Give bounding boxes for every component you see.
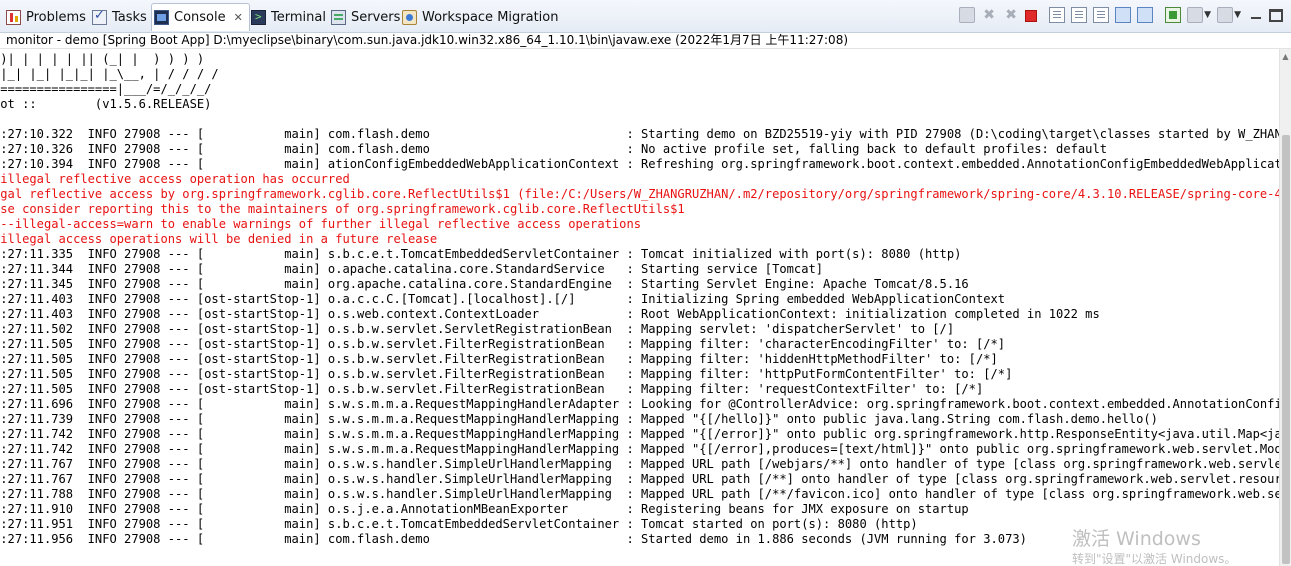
console-line: :27:11.788 INFO 27908 --- [ main] o.s.w.… xyxy=(0,487,1279,501)
console-line: :27:11.739 INFO 27908 --- [ main] s.w.s.… xyxy=(0,412,1158,426)
console-line: |_| |_| |_|_| |_\__, | / / / / xyxy=(0,67,219,81)
watermark-title: 激活 Windows xyxy=(1072,528,1201,550)
pin-console-icon[interactable] xyxy=(1165,7,1182,23)
console-line: :27:11.403 INFO 27908 --- [ost-startStop… xyxy=(0,292,1006,306)
console-line: :27:10.326 INFO 27908 --- [ main] com.fl… xyxy=(0,142,1108,156)
terminate-icon[interactable] xyxy=(1025,10,1038,22)
close-icon[interactable]: ✕ xyxy=(234,11,243,24)
console-error-line: se consider reporting this to the mainta… xyxy=(0,202,685,216)
console-error-line: illegal reflective access operation has … xyxy=(0,172,350,186)
display-selected-console-icon[interactable] xyxy=(1187,7,1204,23)
tab-label: Console xyxy=(174,10,226,25)
console-line: :27:11.345 INFO 27908 --- [ main] org.ap… xyxy=(0,277,969,291)
remove-launch-icon[interactable]: ✖ xyxy=(981,7,997,23)
tab-servers[interactable]: Servers xyxy=(331,6,400,28)
console-line: :27:11.505 INFO 27908 --- [ost-startStop… xyxy=(0,352,998,366)
console-line: :27:11.335 INFO 27908 --- [ main] s.b.c.… xyxy=(0,247,962,261)
tab-workspace-migration[interactable]: Workspace Migration xyxy=(402,6,558,28)
console-line: :27:11.696 INFO 27908 --- [ main] s.w.s.… xyxy=(0,397,1279,411)
console-error-line: gal reflective access by org.springframe… xyxy=(0,187,1279,201)
console-output[interactable]: )| | | | | || (_| | ) ) ) ) |_| |_| |_|_… xyxy=(0,49,1279,566)
problems-icon xyxy=(6,9,21,25)
console-toolbar: ✖ ✖ ▼ ▼ xyxy=(953,7,1283,23)
remove-all-launches-icon[interactable]: ✖ xyxy=(1003,7,1019,23)
workspace-migration-icon xyxy=(402,9,417,25)
tab-label: Tasks xyxy=(112,9,147,25)
console-line: ================|___/=/_/_/_/ xyxy=(0,82,212,96)
tab-label: Problems xyxy=(26,9,86,25)
console-line: :27:11.767 INFO 27908 --- [ main] o.s.w.… xyxy=(0,472,1279,486)
console-error-line: illegal access operations will be denied… xyxy=(0,232,438,246)
terminal-icon xyxy=(251,9,266,25)
show-on-stdout-icon[interactable] xyxy=(1115,7,1132,23)
console-line: :27:11.910 INFO 27908 --- [ main] o.s.j.… xyxy=(0,502,969,516)
console-line: :27:11.505 INFO 27908 --- [ost-startStop… xyxy=(0,337,1006,351)
maximize-icon[interactable] xyxy=(1269,8,1283,22)
relaunch-icon[interactable] xyxy=(959,7,976,23)
watermark-subtitle: 转到"设置"以激活 Windows。 xyxy=(1072,552,1237,566)
servers-icon xyxy=(331,9,346,25)
tab-terminal[interactable]: Terminal xyxy=(251,6,326,28)
console-line: :27:11.767 INFO 27908 --- [ main] o.s.w.… xyxy=(0,457,1279,471)
console-icon xyxy=(154,10,169,25)
console-line: :27:11.344 INFO 27908 --- [ main] o.apac… xyxy=(0,262,824,276)
console-lines: )| | | | | || (_| | ) ) ) ) |_| |_| |_|_… xyxy=(0,52,1279,547)
minimize-icon[interactable] xyxy=(1251,17,1261,19)
show-on-stderr-icon[interactable] xyxy=(1137,7,1154,23)
view-tab-bar: Problems Tasks Console ✕ Terminal Server… xyxy=(0,0,1291,33)
console-line: )| | | | | || (_| | ) ) ) ) xyxy=(0,52,205,66)
console-line: :27:10.394 INFO 27908 --- [ main] ationC… xyxy=(0,157,1279,171)
vertical-scrollbar[interactable]: ▲ xyxy=(1279,49,1291,566)
tab-label: Servers xyxy=(351,9,401,25)
console-line: :27:11.505 INFO 27908 --- [ost-startStop… xyxy=(0,382,984,396)
tasks-icon xyxy=(92,8,107,25)
tab-label: Workspace Migration xyxy=(422,9,559,25)
console-error-line: --illegal-access=warn to enable warnings… xyxy=(0,217,642,231)
windows-activation-watermark: 激活 Windows 转到"设置"以激活 Windows。 xyxy=(1072,528,1236,566)
scroll-lock-icon[interactable] xyxy=(1071,7,1088,23)
clear-console-icon[interactable] xyxy=(1049,7,1066,23)
word-wrap-icon[interactable] xyxy=(1093,7,1110,23)
console-line: :27:11.505 INFO 27908 --- [ost-startStop… xyxy=(0,367,1013,381)
tab-console[interactable]: Console ✕ xyxy=(151,3,250,31)
console-line: :27:10.322 INFO 27908 --- [ main] com.fl… xyxy=(0,127,1279,141)
console-line: :27:11.403 INFO 27908 --- [ost-startStop… xyxy=(0,307,1100,321)
tab-tasks[interactable]: Tasks xyxy=(92,6,147,28)
tab-problems[interactable]: Problems xyxy=(6,6,86,28)
chevron-down-icon[interactable]: ▼ xyxy=(1204,7,1211,23)
console-line: :27:11.502 INFO 27908 --- [ost-startStop… xyxy=(0,322,955,336)
console-line: :27:11.742 INFO 27908 --- [ main] s.w.s.… xyxy=(0,442,1279,456)
tab-label: Terminal xyxy=(271,9,326,25)
scroll-up-icon[interactable]: ▲ xyxy=(1280,51,1291,63)
open-console-icon[interactable] xyxy=(1217,7,1234,23)
console-line: :27:11.742 INFO 27908 --- [ main] s.w.s.… xyxy=(0,427,1279,441)
chevron-down-icon[interactable]: ▼ xyxy=(1234,7,1241,23)
console-line: ot :: (v1.5.6.RELEASE) xyxy=(0,97,212,111)
process-description: monitor - demo [Spring Boot App] D:\myec… xyxy=(0,33,1291,49)
scrollbar-thumb[interactable] xyxy=(1282,135,1290,564)
